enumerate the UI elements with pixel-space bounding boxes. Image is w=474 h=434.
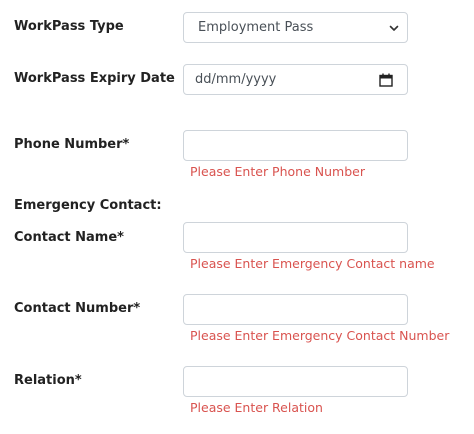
workpass-expiry-placeholder: dd/mm/yyyy xyxy=(195,72,277,87)
workpass-expiry-label: WorkPass Expiry Date xyxy=(14,71,175,86)
relation-error: Please Enter Relation xyxy=(190,400,323,415)
phone-number-input[interactable] xyxy=(183,130,408,161)
contact-number-input[interactable] xyxy=(183,294,408,325)
contact-name-error: Please Enter Emergency Contact name xyxy=(190,256,435,271)
workpass-type-label: WorkPass Type xyxy=(14,19,124,34)
contact-name-input[interactable] xyxy=(183,222,408,253)
workpass-type-selected-value: Employment Pass xyxy=(198,20,314,35)
chevron-down-icon xyxy=(389,25,399,31)
contact-number-error: Please Enter Emergency Contact Number xyxy=(190,328,450,343)
emergency-contact-heading: Emergency Contact: xyxy=(14,198,162,213)
contact-number-label: Contact Number* xyxy=(14,301,141,316)
relation-label: Relation* xyxy=(14,373,82,388)
workpass-type-select[interactable]: Employment Pass xyxy=(183,12,408,43)
workpass-expiry-date-input[interactable]: dd/mm/yyyy xyxy=(183,64,408,95)
contact-name-label: Contact Name* xyxy=(14,230,124,245)
phone-number-error: Please Enter Phone Number xyxy=(190,164,365,179)
relation-input[interactable] xyxy=(183,366,408,397)
calendar-icon[interactable] xyxy=(379,73,393,87)
phone-number-label: Phone Number* xyxy=(14,137,130,152)
